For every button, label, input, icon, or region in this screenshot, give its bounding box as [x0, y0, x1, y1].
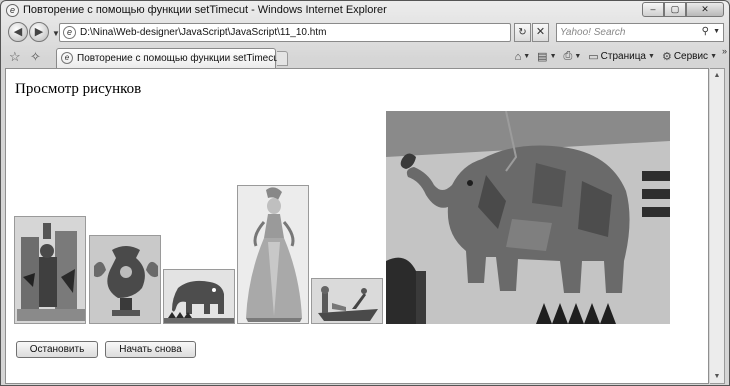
page-heading: Просмотр рисунков — [15, 81, 142, 97]
tab-page-icon: e — [61, 52, 73, 64]
large-image-elephant-mosaic — [386, 111, 670, 324]
page-icon: e — [63, 26, 76, 39]
printer-icon: ⎙ — [563, 50, 573, 62]
command-bar: ⌂ ▼ ▤ ▼ ⎙ ▼ ▭ Страница ▼ ⚙ Сервис ▼ — [515, 50, 717, 63]
restart-slideshow-button[interactable]: Начать снова — [105, 341, 196, 358]
tools-menu-label: Сервис — [673, 51, 709, 62]
home-button[interactable]: ⌂ ▼ — [515, 50, 531, 63]
window-title: Повторение с помощью функции setTimecut … — [23, 4, 387, 16]
tools-menu[interactable]: ⚙ Сервис ▼ — [662, 50, 717, 63]
page-menu[interactable]: ▭ Страница ▼ — [588, 50, 655, 63]
new-tab-button[interactable] — [277, 51, 288, 66]
thumbnail-vase — [89, 235, 161, 324]
search-input[interactable] — [560, 26, 690, 39]
maximize-button[interactable]: ▢ — [664, 2, 686, 17]
back-button[interactable]: ◀ — [8, 22, 28, 42]
feeds-button[interactable]: ▤ ▼ — [537, 50, 556, 63]
page-content: Просмотр рисунков Остановить Начать снов… — [5, 68, 709, 384]
thumbnail-boat — [311, 278, 383, 324]
stop-slideshow-button[interactable]: Остановить — [16, 341, 98, 358]
browser-window: e Повторение с помощью функции setTimecu… — [0, 0, 730, 386]
thumbnail-heraldic — [14, 216, 86, 324]
title-bar: e Повторение с помощью функции setTimecu… — [1, 1, 729, 19]
search-icon[interactable]: ⚲ — [702, 26, 709, 37]
tab-bar: ☆ ✧ e Повторение с помощью функции setTi… — [1, 46, 729, 68]
gear-icon: ⚙ — [661, 51, 672, 63]
page-menu-icon: ▭ — [588, 51, 599, 63]
stop-button[interactable]: ✕ — [532, 23, 549, 42]
add-favorites-icon[interactable]: ✧ — [30, 49, 41, 65]
search-dropdown-icon[interactable]: ▼ — [713, 28, 720, 35]
scroll-up-icon[interactable]: ▲ — [712, 72, 722, 79]
forward-button[interactable]: ▶ — [29, 22, 49, 42]
toolbar-overflow-icon[interactable]: » — [722, 46, 727, 56]
scroll-down-icon[interactable]: ▼ — [712, 373, 722, 380]
window-controls: – ▢ ✕ — [642, 2, 724, 17]
address-text[interactable]: D:\Nina\Web-designer\JavaScript\JavaScri… — [80, 27, 326, 38]
thumbnail-lady — [237, 185, 309, 324]
home-icon: ⌂ — [514, 50, 522, 63]
search-box[interactable]: ⚲ ▼ — [556, 23, 724, 42]
tab-label: Повторение с помощью функции setTimecut — [77, 53, 282, 64]
refresh-button[interactable]: ↻ — [514, 23, 531, 42]
print-button[interactable]: ⎙ ▼ — [564, 50, 582, 63]
favorites-star-icon[interactable]: ☆ — [9, 49, 21, 65]
vertical-scrollbar[interactable]: ▲ ▼ — [710, 68, 725, 384]
tab-active[interactable]: e Повторение с помощью функции setTimecu… — [56, 48, 282, 68]
navigation-bar: ◀ ▶ ▼ e D:\Nina\Web-designer\JavaScript\… — [1, 20, 729, 46]
ie-icon: e — [6, 4, 19, 17]
thumbnail-small-elephant — [163, 269, 235, 324]
rss-icon: ▤ — [537, 51, 548, 63]
page-menu-label: Страница — [600, 51, 646, 62]
minimize-button[interactable]: – — [642, 2, 664, 17]
address-bar[interactable]: e D:\Nina\Web-designer\JavaScript\JavaSc… — [59, 23, 563, 42]
close-button[interactable]: ✕ — [686, 2, 724, 17]
